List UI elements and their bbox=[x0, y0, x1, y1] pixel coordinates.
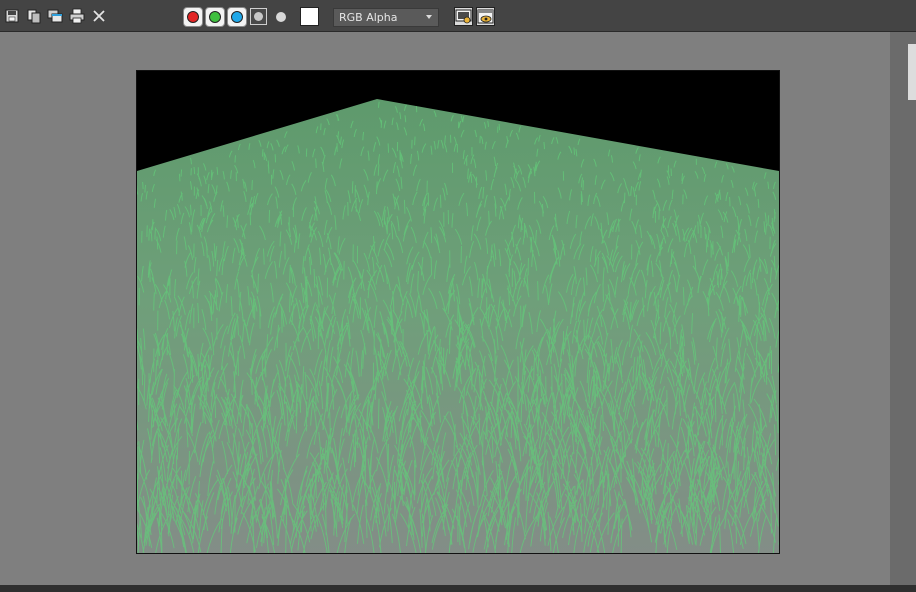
scroll-indicator[interactable] bbox=[908, 44, 916, 100]
green-channel-icon bbox=[209, 11, 221, 23]
channel-display-dropdown[interactable]: RGB Alpha bbox=[333, 8, 439, 27]
bottom-edge bbox=[0, 585, 916, 592]
copy-image-button[interactable] bbox=[25, 7, 43, 25]
monochrome-toggle[interactable] bbox=[250, 8, 267, 25]
blue-channel-icon bbox=[231, 11, 243, 23]
blue-channel-toggle[interactable] bbox=[227, 7, 247, 27]
rendered-image bbox=[136, 70, 780, 554]
chevron-down-icon bbox=[426, 15, 432, 19]
clear-button[interactable] bbox=[90, 7, 108, 25]
right-viewport-edge bbox=[890, 32, 916, 592]
clone-window-button[interactable] bbox=[46, 7, 64, 25]
color-swatch[interactable] bbox=[300, 7, 319, 26]
channel-display-value: RGB Alpha bbox=[339, 11, 398, 24]
rendered-grass-image bbox=[137, 71, 779, 553]
clone-window-icon bbox=[47, 9, 63, 23]
toggle-overlay-button[interactable] bbox=[454, 7, 473, 26]
save-image-button[interactable] bbox=[3, 7, 21, 25]
red-channel-toggle[interactable] bbox=[183, 7, 203, 27]
print-icon bbox=[69, 8, 85, 24]
monochrome-icon bbox=[254, 12, 263, 21]
copy-icon bbox=[27, 9, 41, 24]
green-channel-toggle[interactable] bbox=[205, 7, 225, 27]
rendered-frame-window: RGB Alpha bbox=[0, 0, 916, 592]
track-region-button[interactable] bbox=[476, 7, 495, 26]
display-window-icon bbox=[455, 9, 472, 24]
red-channel-icon bbox=[187, 11, 199, 23]
save-icon bbox=[5, 9, 19, 23]
close-icon bbox=[93, 10, 105, 22]
display-alpha-icon[interactable] bbox=[276, 12, 286, 22]
toolbar: RGB Alpha bbox=[0, 0, 916, 32]
eye-window-icon bbox=[477, 9, 494, 24]
print-button[interactable] bbox=[68, 7, 86, 25]
